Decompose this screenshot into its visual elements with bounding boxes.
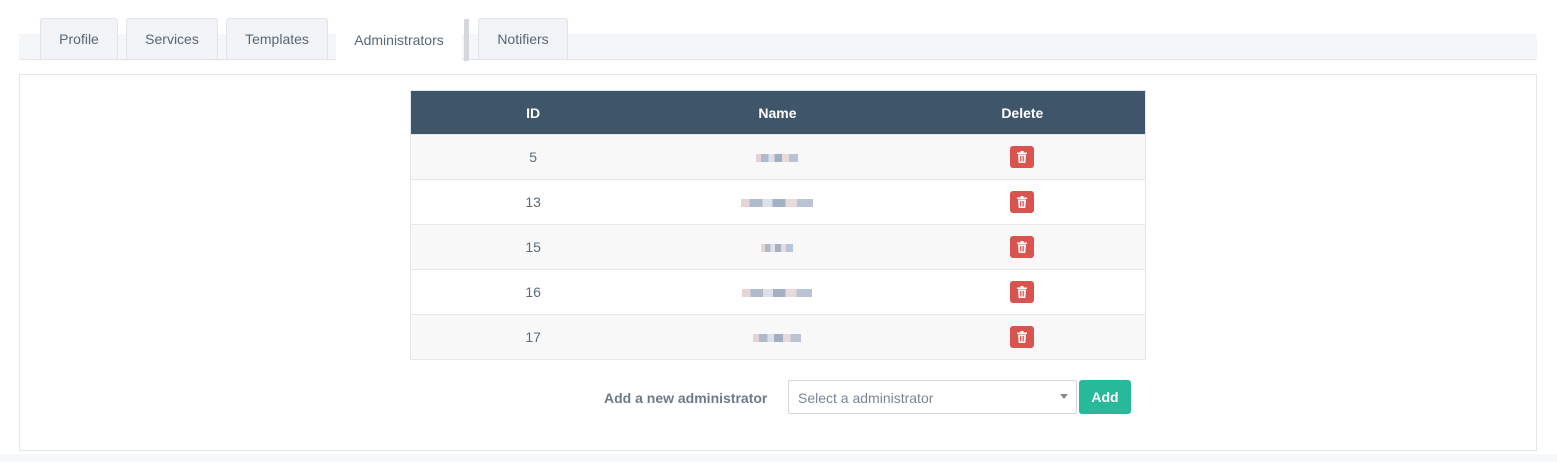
column-header-delete: Delete xyxy=(899,90,1146,135)
table-row: 5 xyxy=(410,134,1146,180)
admin-id: 16 xyxy=(410,269,656,315)
admin-id: 15 xyxy=(410,224,656,270)
administrator-select[interactable]: Select a administrator xyxy=(788,380,1077,414)
redacted-name xyxy=(741,199,814,208)
admin-id: 5 xyxy=(410,134,656,180)
delete-cell xyxy=(899,269,1146,315)
admin-id: 13 xyxy=(410,179,656,225)
column-header-name: Name xyxy=(655,90,900,135)
table-row: 16 xyxy=(410,269,1146,315)
delete-cell xyxy=(899,314,1146,360)
page-footer-shade xyxy=(0,454,1557,462)
delete-button[interactable] xyxy=(1010,281,1035,303)
admin-id: 17 xyxy=(410,314,656,360)
admin-name xyxy=(655,224,900,270)
tab-profile[interactable]: Profile xyxy=(40,18,118,59)
table-row: 13 xyxy=(410,179,1146,225)
tab-services[interactable]: Services xyxy=(126,18,218,59)
tab-divider xyxy=(464,19,469,61)
delete-button[interactable] xyxy=(1010,146,1035,168)
table-header-row: ID Name Delete xyxy=(410,90,1146,135)
delete-button[interactable] xyxy=(1010,191,1035,213)
administrators-table: ID Name Delete 5 13 15 16 17 xyxy=(410,90,1146,360)
add-button[interactable]: Add xyxy=(1079,380,1131,414)
select-placeholder: Select a administrator xyxy=(798,390,934,406)
admin-name xyxy=(655,269,900,315)
redacted-name xyxy=(761,244,794,253)
add-administrator-label: Add a new administrator xyxy=(604,390,768,406)
tab-notifiers[interactable]: Notifiers xyxy=(478,18,568,59)
tab-templates[interactable]: Templates xyxy=(226,18,328,59)
admin-name xyxy=(655,314,900,360)
trash-icon xyxy=(1017,331,1028,343)
redacted-name xyxy=(753,334,802,343)
delete-cell xyxy=(899,134,1146,180)
delete-cell xyxy=(899,224,1146,270)
admin-name xyxy=(655,179,900,225)
column-header-id: ID xyxy=(410,90,656,135)
trash-icon xyxy=(1017,286,1028,298)
trash-icon xyxy=(1017,151,1028,163)
delete-button[interactable] xyxy=(1010,236,1035,258)
redacted-name xyxy=(742,289,813,298)
trash-icon xyxy=(1017,241,1028,253)
admin-name xyxy=(655,134,900,180)
delete-cell xyxy=(899,179,1146,225)
tab-administrators[interactable]: Administrators xyxy=(336,18,462,61)
delete-button[interactable] xyxy=(1010,326,1035,348)
tab-bar: Profile Services Templates Administrator… xyxy=(19,0,1537,61)
trash-icon xyxy=(1017,196,1028,208)
redacted-name xyxy=(756,154,799,163)
table-row: 17 xyxy=(410,314,1146,360)
chevron-down-icon xyxy=(1060,394,1068,399)
table-row: 15 xyxy=(410,224,1146,270)
